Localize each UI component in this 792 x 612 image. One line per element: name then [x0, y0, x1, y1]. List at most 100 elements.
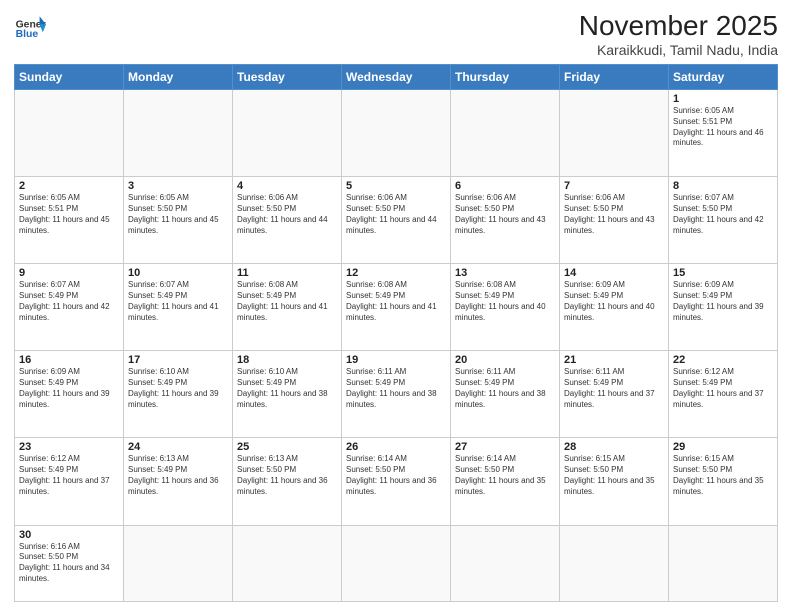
table-row	[669, 525, 778, 601]
table-row: 20Sunrise: 6:11 AM Sunset: 5:49 PM Dayli…	[451, 351, 560, 438]
col-thursday: Thursday	[451, 65, 560, 90]
header: General Blue November 2025 Karaikkudi, T…	[14, 10, 778, 58]
col-sunday: Sunday	[15, 65, 124, 90]
table-row	[15, 90, 124, 177]
table-row: 25Sunrise: 6:13 AM Sunset: 5:50 PM Dayli…	[233, 438, 342, 525]
table-row	[233, 90, 342, 177]
col-saturday: Saturday	[669, 65, 778, 90]
table-row: 5Sunrise: 6:06 AM Sunset: 5:50 PM Daylig…	[342, 177, 451, 264]
cell-content: Sunrise: 6:05 AM Sunset: 5:51 PM Dayligh…	[19, 193, 119, 236]
cell-content: Sunrise: 6:05 AM Sunset: 5:50 PM Dayligh…	[128, 193, 228, 236]
table-row: 24Sunrise: 6:13 AM Sunset: 5:49 PM Dayli…	[124, 438, 233, 525]
cell-content: Sunrise: 6:06 AM Sunset: 5:50 PM Dayligh…	[346, 193, 446, 236]
table-row: 18Sunrise: 6:10 AM Sunset: 5:49 PM Dayli…	[233, 351, 342, 438]
table-row: 13Sunrise: 6:08 AM Sunset: 5:49 PM Dayli…	[451, 264, 560, 351]
day-number: 11	[237, 267, 337, 279]
cell-content: Sunrise: 6:10 AM Sunset: 5:49 PM Dayligh…	[128, 367, 228, 410]
day-number: 18	[237, 354, 337, 366]
cell-content: Sunrise: 6:11 AM Sunset: 5:49 PM Dayligh…	[455, 367, 555, 410]
cell-content: Sunrise: 6:07 AM Sunset: 5:50 PM Dayligh…	[673, 193, 773, 236]
table-row: 16Sunrise: 6:09 AM Sunset: 5:49 PM Dayli…	[15, 351, 124, 438]
table-row	[451, 525, 560, 601]
day-number: 15	[673, 267, 773, 279]
table-row	[560, 90, 669, 177]
table-row: 26Sunrise: 6:14 AM Sunset: 5:50 PM Dayli…	[342, 438, 451, 525]
day-number: 27	[455, 441, 555, 453]
page: General Blue November 2025 Karaikkudi, T…	[0, 0, 792, 612]
day-number: 28	[564, 441, 664, 453]
day-number: 26	[346, 441, 446, 453]
table-row: 29Sunrise: 6:15 AM Sunset: 5:50 PM Dayli…	[669, 438, 778, 525]
cell-content: Sunrise: 6:13 AM Sunset: 5:50 PM Dayligh…	[237, 454, 337, 497]
col-tuesday: Tuesday	[233, 65, 342, 90]
day-number: 8	[673, 180, 773, 192]
table-row	[342, 525, 451, 601]
table-row: 17Sunrise: 6:10 AM Sunset: 5:49 PM Dayli…	[124, 351, 233, 438]
table-row: 15Sunrise: 6:09 AM Sunset: 5:49 PM Dayli…	[669, 264, 778, 351]
table-row: 3Sunrise: 6:05 AM Sunset: 5:50 PM Daylig…	[124, 177, 233, 264]
cell-content: Sunrise: 6:15 AM Sunset: 5:50 PM Dayligh…	[673, 454, 773, 497]
col-wednesday: Wednesday	[342, 65, 451, 90]
table-row: 14Sunrise: 6:09 AM Sunset: 5:49 PM Dayli…	[560, 264, 669, 351]
table-row: 23Sunrise: 6:12 AM Sunset: 5:49 PM Dayli…	[15, 438, 124, 525]
table-row	[124, 525, 233, 601]
cell-content: Sunrise: 6:08 AM Sunset: 5:49 PM Dayligh…	[346, 280, 446, 323]
day-number: 29	[673, 441, 773, 453]
cell-content: Sunrise: 6:07 AM Sunset: 5:49 PM Dayligh…	[128, 280, 228, 323]
day-number: 22	[673, 354, 773, 366]
cell-content: Sunrise: 6:10 AM Sunset: 5:49 PM Dayligh…	[237, 367, 337, 410]
table-row	[233, 525, 342, 601]
day-number: 24	[128, 441, 228, 453]
title-block: November 2025 Karaikkudi, Tamil Nadu, In…	[579, 10, 778, 58]
logo: General Blue	[14, 10, 46, 42]
cell-content: Sunrise: 6:11 AM Sunset: 5:49 PM Dayligh…	[346, 367, 446, 410]
day-number: 12	[346, 267, 446, 279]
table-row: 8Sunrise: 6:07 AM Sunset: 5:50 PM Daylig…	[669, 177, 778, 264]
subtitle: Karaikkudi, Tamil Nadu, India	[579, 42, 778, 58]
table-row: 27Sunrise: 6:14 AM Sunset: 5:50 PM Dayli…	[451, 438, 560, 525]
cell-content: Sunrise: 6:07 AM Sunset: 5:49 PM Dayligh…	[19, 280, 119, 323]
cell-content: Sunrise: 6:14 AM Sunset: 5:50 PM Dayligh…	[455, 454, 555, 497]
cell-content: Sunrise: 6:06 AM Sunset: 5:50 PM Dayligh…	[564, 193, 664, 236]
day-number: 23	[19, 441, 119, 453]
cell-content: Sunrise: 6:06 AM Sunset: 5:50 PM Dayligh…	[237, 193, 337, 236]
table-row: 7Sunrise: 6:06 AM Sunset: 5:50 PM Daylig…	[560, 177, 669, 264]
day-number: 17	[128, 354, 228, 366]
header-row: Sunday Monday Tuesday Wednesday Thursday…	[15, 65, 778, 90]
cell-content: Sunrise: 6:09 AM Sunset: 5:49 PM Dayligh…	[564, 280, 664, 323]
cell-content: Sunrise: 6:13 AM Sunset: 5:49 PM Dayligh…	[128, 454, 228, 497]
table-row	[451, 90, 560, 177]
day-number: 14	[564, 267, 664, 279]
cell-content: Sunrise: 6:06 AM Sunset: 5:50 PM Dayligh…	[455, 193, 555, 236]
table-row: 6Sunrise: 6:06 AM Sunset: 5:50 PM Daylig…	[451, 177, 560, 264]
col-monday: Monday	[124, 65, 233, 90]
cell-content: Sunrise: 6:12 AM Sunset: 5:49 PM Dayligh…	[673, 367, 773, 410]
calendar-table: Sunday Monday Tuesday Wednesday Thursday…	[14, 64, 778, 602]
cell-content: Sunrise: 6:14 AM Sunset: 5:50 PM Dayligh…	[346, 454, 446, 497]
table-row: 28Sunrise: 6:15 AM Sunset: 5:50 PM Dayli…	[560, 438, 669, 525]
day-number: 25	[237, 441, 337, 453]
col-friday: Friday	[560, 65, 669, 90]
table-row	[342, 90, 451, 177]
cell-content: Sunrise: 6:09 AM Sunset: 5:49 PM Dayligh…	[673, 280, 773, 323]
cell-content: Sunrise: 6:09 AM Sunset: 5:49 PM Dayligh…	[19, 367, 119, 410]
cell-content: Sunrise: 6:08 AM Sunset: 5:49 PM Dayligh…	[455, 280, 555, 323]
cell-content: Sunrise: 6:08 AM Sunset: 5:49 PM Dayligh…	[237, 280, 337, 323]
day-number: 16	[19, 354, 119, 366]
table-row: 12Sunrise: 6:08 AM Sunset: 5:49 PM Dayli…	[342, 264, 451, 351]
day-number: 13	[455, 267, 555, 279]
day-number: 20	[455, 354, 555, 366]
main-title: November 2025	[579, 10, 778, 42]
day-number: 6	[455, 180, 555, 192]
table-row: 21Sunrise: 6:11 AM Sunset: 5:49 PM Dayli…	[560, 351, 669, 438]
day-number: 7	[564, 180, 664, 192]
day-number: 30	[19, 529, 119, 541]
table-row: 19Sunrise: 6:11 AM Sunset: 5:49 PM Dayli…	[342, 351, 451, 438]
cell-content: Sunrise: 6:05 AM Sunset: 5:51 PM Dayligh…	[673, 106, 773, 149]
day-number: 5	[346, 180, 446, 192]
cell-content: Sunrise: 6:16 AM Sunset: 5:50 PM Dayligh…	[19, 542, 119, 585]
table-row: 4Sunrise: 6:06 AM Sunset: 5:50 PM Daylig…	[233, 177, 342, 264]
cell-content: Sunrise: 6:11 AM Sunset: 5:49 PM Dayligh…	[564, 367, 664, 410]
cell-content: Sunrise: 6:15 AM Sunset: 5:50 PM Dayligh…	[564, 454, 664, 497]
table-row: 1Sunrise: 6:05 AM Sunset: 5:51 PM Daylig…	[669, 90, 778, 177]
